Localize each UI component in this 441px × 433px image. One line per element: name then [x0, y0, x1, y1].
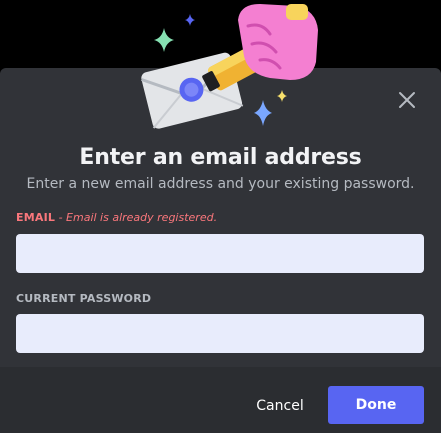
email-change-dialog-stage: Enter an email address Enter a new email…: [0, 0, 441, 433]
sparkle-blue-icon: [254, 100, 272, 126]
sparkle-yellow-icon: [277, 90, 287, 102]
email-input[interactable]: [16, 234, 424, 273]
current-password-input[interactable]: [16, 314, 424, 353]
close-button[interactable]: [395, 88, 419, 112]
email-field-label: EMAIL - Email is already registered.: [16, 211, 217, 224]
close-icon: [399, 92, 415, 108]
envelope-hand-illustration: [141, 4, 318, 129]
done-button[interactable]: Done: [328, 386, 424, 424]
sparkle-green-icon: [154, 28, 174, 52]
dialog-title: Enter an email address: [79, 145, 362, 170]
email-error-message: - Email is already registered.: [55, 211, 218, 224]
email-label-text: EMAIL: [16, 211, 56, 224]
sparkle-blue-small-icon: [185, 14, 195, 26]
dialog-subtitle: Enter a new email address and your exist…: [26, 176, 415, 192]
password-field-label: CURRENT PASSWORD: [16, 292, 152, 305]
cancel-button[interactable]: Cancel: [248, 387, 312, 425]
